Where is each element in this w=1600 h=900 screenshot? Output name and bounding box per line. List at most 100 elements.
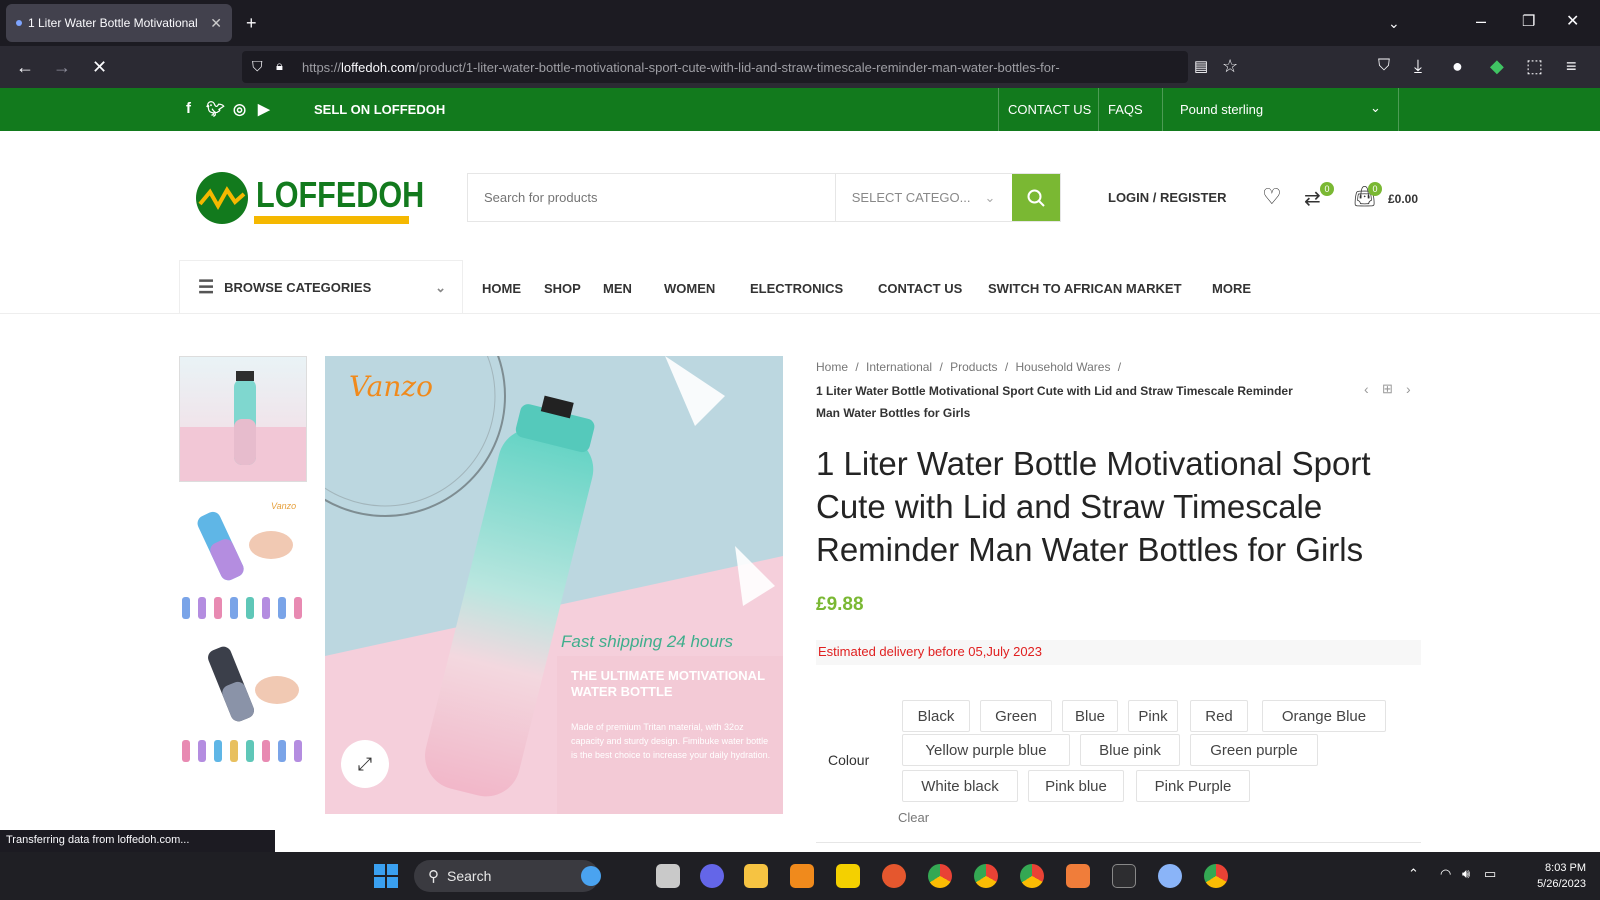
wishlist-heart-icon[interactable]: ♡ [1262, 184, 1282, 210]
thumbnail-bottle-image [180, 371, 306, 481]
chrome-profile-4-icon[interactable] [1204, 864, 1228, 888]
firefox-icon[interactable] [882, 864, 906, 888]
swatch-green[interactable]: Green [980, 700, 1052, 732]
extensions-icon[interactable]: ⬚ [1526, 57, 1543, 75]
show-hidden-icons-icon[interactable]: ⌃ [1408, 866, 1419, 882]
swatch-blue[interactable]: Blue [1062, 700, 1118, 732]
next-product-icon[interactable]: › [1406, 381, 1411, 397]
main-product-image[interactable]: Vanzo Fast shipping 24 hours THE ULTIMAT… [325, 356, 783, 814]
settings-gear-icon[interactable] [1158, 864, 1182, 888]
browser-tab[interactable]: 1 Liter Water Bottle Motivational ✕ [6, 4, 232, 42]
fullscreen-expand-icon[interactable]: ⤢ [341, 740, 389, 788]
nav-shop[interactable]: SHOP [544, 281, 581, 296]
nav-african-market[interactable]: SWITCH TO AFRICAN MARKET [988, 281, 1182, 296]
clear-selection-link[interactable]: Clear [898, 810, 929, 825]
contact-link[interactable]: CONTACT US [1008, 102, 1091, 117]
windows-start-icon[interactable] [374, 864, 398, 888]
pocket-icon[interactable]: ⛉ [1378, 57, 1390, 75]
extension-dark-icon[interactable]: ● [1452, 57, 1463, 75]
downloads-icon[interactable]: ⤓ [1414, 57, 1422, 75]
breadcrumb-products[interactable]: Products [950, 360, 997, 374]
category-select[interactable]: SELECT CATEGO... ⌄ [834, 174, 1012, 221]
swatch-green-purple[interactable]: Green purple [1190, 734, 1318, 766]
restore-icon[interactable]: ❐ [1522, 13, 1535, 31]
site-logo[interactable]: LOFFEDOH [194, 170, 424, 230]
url-bar[interactable]: ⛉ 🔒︎ https:// loffedoh.com /product/1-li… [242, 51, 1188, 83]
breadcrumb-current: 1 Liter Water Bottle Motivational Sport … [816, 384, 1293, 420]
swatch-yellow-purple-blue[interactable]: Yellow purple blue [902, 734, 1070, 766]
sticky-notes-icon[interactable] [836, 864, 860, 888]
swatch-red[interactable]: Red [1190, 700, 1248, 732]
chat-app-icon[interactable] [700, 864, 724, 888]
currency-selector[interactable]: Pound sterling [1180, 102, 1263, 117]
close-tab-icon[interactable]: ✕ [210, 15, 222, 32]
browser-nav-bar: ← → ✕ ⛉ 🔒︎ https:// loffedoh.com /produc… [0, 46, 1600, 88]
tracking-shield-icon[interactable]: ⛉ [252, 58, 263, 75]
browse-categories-button[interactable]: ☰ BROWSE CATEGORIES ⌄ [179, 260, 463, 314]
nav-men[interactable]: MEN [603, 281, 632, 296]
twitter-icon[interactable]: 🐦︎ [206, 100, 225, 118]
sell-link[interactable]: SELL ON LOFFEDOH [314, 102, 445, 117]
chrome-profile-2-icon[interactable] [974, 864, 998, 888]
previous-product-icon[interactable]: ‹ [1364, 381, 1369, 397]
wifi-icon[interactable]: ◠ [1440, 866, 1451, 882]
search-input[interactable] [468, 174, 835, 221]
app-orange-icon[interactable] [1066, 864, 1090, 888]
forward-icon[interactable]: → [53, 58, 71, 76]
system-clock[interactable]: 8:03 PM 5/26/2023 [1537, 860, 1586, 892]
search-button[interactable] [1012, 174, 1060, 221]
lock-icon[interactable]: 🔒︎ [276, 58, 283, 74]
swatch-pink-purple[interactable]: Pink Purple [1136, 770, 1250, 802]
taskbar-search[interactable]: ⚲ Search [414, 860, 601, 892]
promo-title: THE ULTIMATE MOTIVATIONAL WATER BOTTLE [571, 668, 765, 699]
swatch-blue-pink[interactable]: Blue pink [1080, 734, 1180, 766]
nav-electronics[interactable]: ELECTRONICS [750, 281, 843, 296]
delivery-estimate: Estimated delivery before 05,July 2023 [816, 640, 1421, 665]
taskbar-search-label: Search [447, 868, 492, 884]
nav-more[interactable]: MORE [1212, 281, 1251, 296]
back-icon[interactable]: ← [16, 58, 34, 76]
nav-contact-us[interactable]: CONTACT US [878, 281, 962, 296]
swatch-pink[interactable]: Pink [1128, 700, 1178, 732]
breadcrumb-home[interactable]: Home [816, 360, 848, 374]
faqs-link[interactable]: FAQS [1108, 102, 1143, 117]
thumbnail-1[interactable] [179, 356, 307, 482]
extension-green-icon[interactable]: ◆ [1490, 57, 1504, 75]
swatch-black[interactable]: Black [902, 700, 970, 732]
nav-home[interactable]: HOME [482, 281, 521, 296]
compare-icon[interactable]: ⇄ [1304, 186, 1321, 211]
close-window-icon[interactable]: ✕ [1566, 13, 1579, 31]
swatch-orange-blue[interactable]: Orange Blue [1262, 700, 1386, 732]
breadcrumb-international[interactable]: International [866, 360, 932, 374]
breadcrumb-household-wares[interactable]: Household Wares [1016, 360, 1111, 374]
nav-women[interactable]: WOMEN [664, 281, 715, 296]
task-view-icon[interactable] [656, 864, 680, 888]
terminal-icon[interactable] [1112, 864, 1136, 888]
chrome-icon[interactable] [928, 864, 952, 888]
facebook-icon[interactable]: f [186, 100, 191, 117]
youtube-icon[interactable]: ▶ [258, 100, 270, 118]
login-register-link[interactable]: LOGIN / REGISTER [1108, 190, 1226, 205]
battery-icon[interactable]: ▭ [1484, 866, 1496, 882]
stop-icon[interactable]: ✕ [92, 58, 107, 76]
new-tab-icon[interactable]: + [246, 14, 257, 32]
cart-total[interactable]: £0.00 [1388, 192, 1418, 206]
chevron-down-icon[interactable]: ⌄ [1370, 100, 1381, 116]
list-tabs-icon[interactable]: ⌄ [1388, 14, 1400, 32]
bookmark-star-icon[interactable]: ☆ [1222, 57, 1238, 75]
thumbnail-2[interactable]: Vanzo [179, 497, 307, 623]
menu-icon[interactable]: ≡ [1566, 57, 1577, 75]
swatch-white-black[interactable]: White black [902, 770, 1018, 802]
swatch-pink-blue[interactable]: Pink blue [1028, 770, 1124, 802]
file-explorer-icon[interactable] [744, 864, 768, 888]
instagram-icon[interactable]: ◎ [233, 100, 246, 118]
grid-icon[interactable]: ⊞ [1382, 381, 1393, 397]
sublime-text-icon[interactable] [790, 864, 814, 888]
minimize-icon[interactable]: – [1476, 12, 1486, 30]
thumbnail-3[interactable] [179, 640, 307, 766]
browser-status-bar: Transferring data from loffedoh.com... [0, 830, 275, 852]
promo-line: Fast shipping 24 hours [561, 632, 733, 651]
chrome-profile-3-icon[interactable] [1020, 864, 1044, 888]
reader-view-icon[interactable]: ▤ [1194, 58, 1208, 76]
volume-icon[interactable]: 🔊︎ [1462, 866, 1470, 882]
